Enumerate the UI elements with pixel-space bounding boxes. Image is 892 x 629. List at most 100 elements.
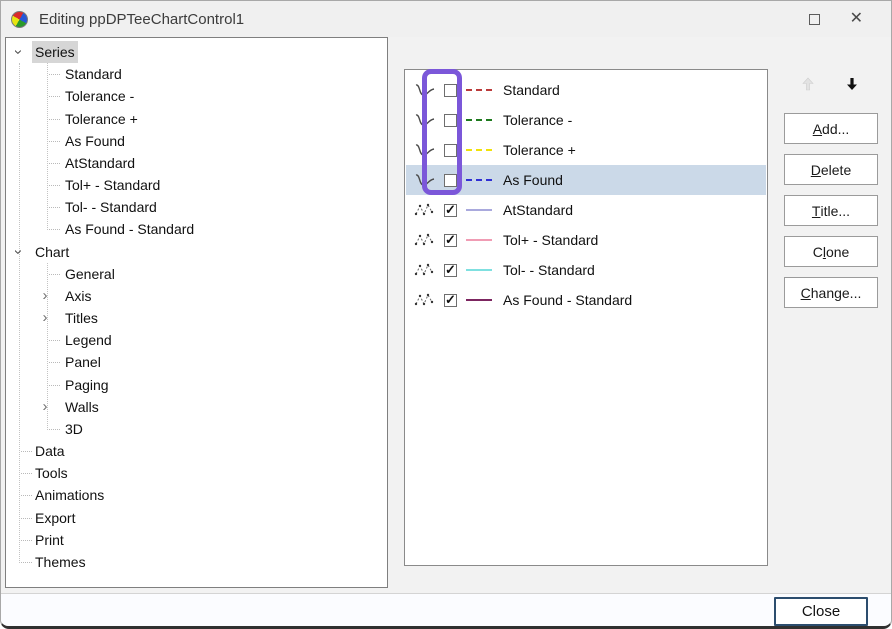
window-controls: ✕ — [809, 11, 881, 27]
move-up-arrow-icon[interactable] — [799, 75, 817, 95]
series-row-standard[interactable]: Standard — [406, 75, 766, 105]
button-label-part: C — [801, 285, 811, 301]
series-label: Tolerance + — [503, 142, 576, 158]
tree-item-tools[interactable]: Tools — [7, 462, 386, 484]
tree-item-print[interactable]: Print — [7, 529, 386, 551]
curve-line-icon — [413, 111, 437, 129]
tree-connector-line — [49, 141, 60, 142]
change-button[interactable]: Change... — [784, 277, 878, 308]
series-row-as-found[interactable]: As Found — [406, 165, 766, 195]
tree-item-export[interactable]: Export — [7, 507, 386, 529]
title-button[interactable]: Title... — [784, 195, 878, 226]
teechart-pie-icon — [11, 11, 28, 28]
series-visible-checkbox[interactable] — [444, 114, 457, 127]
tree-item-label: Walls — [62, 396, 102, 418]
close-icon[interactable]: ✕ — [850, 11, 863, 27]
tree-connector-line — [49, 185, 60, 186]
series-color-line — [466, 119, 492, 121]
series-color-line — [466, 149, 492, 151]
tree-item-label: Tolerance - — [62, 85, 137, 107]
close-button[interactable]: Close — [774, 597, 868, 626]
series-label: As Found — [503, 172, 563, 188]
clone-button[interactable]: Clone — [784, 236, 878, 267]
chevron-right-icon[interactable]: › — [38, 307, 52, 329]
tree-item-tol-standard[interactable]: Tol+ - Standard — [7, 174, 386, 196]
series-page: Standard Tolerance - Tolerance + As Found At… — [393, 37, 892, 588]
tree-connector-line — [49, 385, 60, 386]
tree-item-label: 3D — [62, 418, 86, 440]
chevron-right-icon[interactable]: › — [38, 285, 52, 307]
series-visible-checkbox[interactable] — [444, 234, 457, 247]
chevron-down-icon[interactable]: › — [7, 45, 29, 59]
series-color-line — [466, 209, 492, 211]
tree-item-as-found[interactable]: As Found — [7, 130, 386, 152]
series-color-line — [466, 179, 492, 181]
tree-item-label: Legend — [62, 329, 115, 351]
tree-item-atstandard[interactable]: AtStandard — [7, 152, 386, 174]
tree-item-animations[interactable]: Animations — [7, 484, 386, 506]
series-visible-checkbox[interactable] — [444, 84, 457, 97]
tree-connector-line — [21, 540, 32, 541]
tree-connector-line — [21, 473, 32, 474]
tree-item-tolerance[interactable]: Tolerance - — [7, 85, 386, 107]
points-line-icon — [413, 261, 437, 279]
series-visible-checkbox[interactable] — [444, 204, 457, 217]
series-color-line — [466, 89, 492, 91]
tree-connector-line — [21, 518, 32, 519]
tree-item-axis[interactable]: › Axis — [7, 285, 386, 307]
tree-item-label: Print — [32, 529, 67, 551]
tree-connector-line — [49, 429, 60, 430]
tree-item-label: Animations — [32, 484, 107, 506]
tree-item-label: Axis — [62, 285, 94, 307]
tree-item-paging[interactable]: Paging — [7, 374, 386, 396]
points-line-icon — [413, 291, 437, 309]
curve-line-icon — [413, 171, 437, 189]
series-row-tolerance[interactable]: Tolerance + — [406, 135, 766, 165]
tree-item-as-found-standard[interactable]: As Found - Standard — [7, 218, 386, 240]
series-label: Standard — [503, 82, 560, 98]
series-visible-checkbox[interactable] — [444, 144, 457, 157]
tree-item-panel[interactable]: Panel — [7, 351, 386, 373]
tree-item-label: Export — [32, 507, 78, 529]
series-visible-checkbox[interactable] — [444, 174, 457, 187]
tree-connector-line — [49, 229, 60, 230]
curve-line-icon — [413, 81, 437, 99]
button-label-part: one — [826, 244, 849, 260]
tree-item-titles[interactable]: ›Titles — [7, 307, 386, 329]
tree-item-3d[interactable]: 3D — [7, 418, 386, 440]
tree-item-chart[interactable]: ›Chart — [7, 241, 386, 263]
tree-item-label: Paging — [62, 374, 112, 396]
series-row-atstandard[interactable]: AtStandard — [406, 195, 766, 225]
tree-item-standard[interactable]: Standard — [7, 63, 386, 85]
tree-item-themes[interactable]: Themes — [7, 551, 386, 573]
teechart-editor-dialog: Editing ppDPTeeChartControl1 ✕ ›SeriesSt… — [0, 0, 892, 629]
delete-button[interactable]: Delete — [784, 154, 878, 185]
tree-item-label: General — [62, 263, 118, 285]
chevron-down-icon[interactable]: › — [7, 245, 29, 259]
tree-item-series[interactable]: ›Series — [7, 41, 386, 63]
tree-item-label: As Found — [62, 130, 128, 152]
button-label-part: T — [812, 203, 821, 219]
tree-item-tolerance[interactable]: Tolerance + — [7, 108, 386, 130]
series-row-tol-standard[interactable]: Tol- - Standard — [406, 255, 766, 285]
tree-item-legend[interactable]: Legend — [7, 329, 386, 351]
tree-connector-line — [21, 562, 32, 563]
series-color-line — [466, 269, 492, 271]
tree-item-walls[interactable]: › Walls — [7, 396, 386, 418]
tree-item-general[interactable]: General — [7, 263, 386, 285]
series-row-as-found-standard[interactable]: As Found - Standard — [406, 285, 766, 315]
series-label: AtStandard — [503, 202, 573, 218]
button-label-part: elete — [821, 162, 851, 178]
maximize-icon[interactable] — [809, 14, 820, 25]
tree-connector-line — [49, 362, 60, 363]
series-row-tol-standard[interactable]: Tol+ - Standard — [406, 225, 766, 255]
series-visible-checkbox[interactable] — [444, 264, 457, 277]
series-row-tolerance[interactable]: Tolerance - — [406, 105, 766, 135]
tree-item-data[interactable]: Data — [7, 440, 386, 462]
add-button[interactable]: Add... — [784, 113, 878, 144]
move-down-arrow-icon[interactable] — [843, 75, 861, 95]
chevron-right-icon[interactable]: › — [38, 396, 52, 418]
series-label: Tol- - Standard — [503, 262, 595, 278]
tree-item-tol-standard[interactable]: Tol- - Standard — [7, 196, 386, 218]
series-visible-checkbox[interactable] — [444, 294, 457, 307]
